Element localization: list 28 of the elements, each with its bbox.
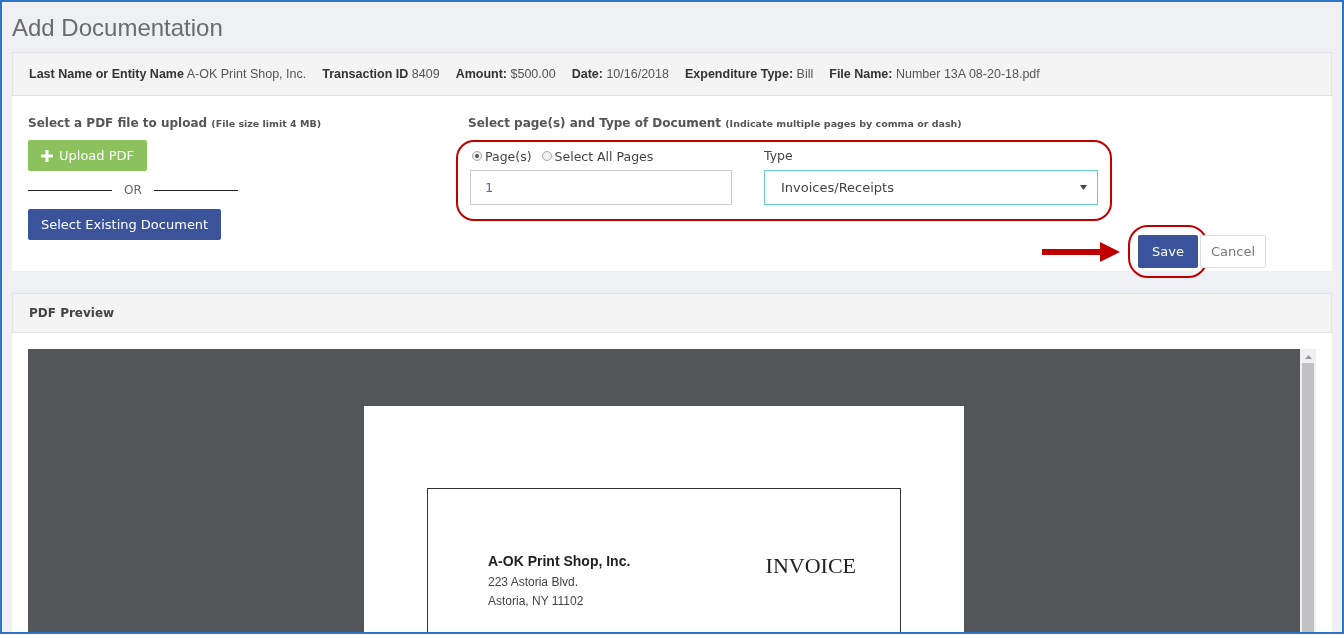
info-item: Transaction ID 8409 — [322, 67, 440, 81]
info-item: Last Name or Entity Name A-OK Print Shop, Inc. — [29, 67, 307, 81]
pages-field[interactable]: 1 — [470, 170, 732, 205]
scrollbar[interactable] — [1300, 349, 1316, 632]
pages-heading: Select page(s) and Type of Document (Indicate multiple pages by comma or dash) — [468, 116, 963, 130]
or-divider: OR — [124, 183, 142, 197]
save-button[interactable]: Save — [1138, 235, 1198, 268]
plus-icon — [41, 149, 53, 162]
company-name: A-OK Print Shop, Inc. — [488, 553, 631, 569]
type-label: Type — [764, 148, 794, 164]
preview-heading: PDF Preview — [12, 293, 1332, 333]
address-line: 223 Astoria Blvd. — [488, 574, 580, 591]
info-item: File Name: Number 13A 08-20-18.pdf — [829, 67, 1040, 81]
caret-icon — [1080, 185, 1087, 190]
page-radio[interactable]: Select All Pages — [539, 148, 656, 164]
arrow-icon — [1042, 241, 1121, 262]
scroll-up-icon — [1304, 355, 1312, 359]
page-radio[interactable]: Page(s) — [470, 148, 534, 164]
cancel-button[interactable]: Cancel — [1199, 235, 1266, 268]
address-line: Astoria, NY 11102 — [488, 593, 585, 610]
invoice-title: INVOICE — [765, 553, 856, 580]
type-dropdown[interactable]: Invoices/Receipts — [764, 170, 1098, 205]
info-item: Date: 10/16/2018 — [571, 67, 669, 81]
page-title: Add Documentation — [12, 13, 224, 43]
info-item: Expenditure Type: Bill — [685, 67, 814, 81]
select-existing-button[interactable]: Select Existing Document — [28, 209, 222, 240]
info-item: Amount: $500.00 — [455, 67, 556, 81]
upload-heading: Select a PDF file to upload (File size limit 4 MB) — [28, 116, 323, 130]
